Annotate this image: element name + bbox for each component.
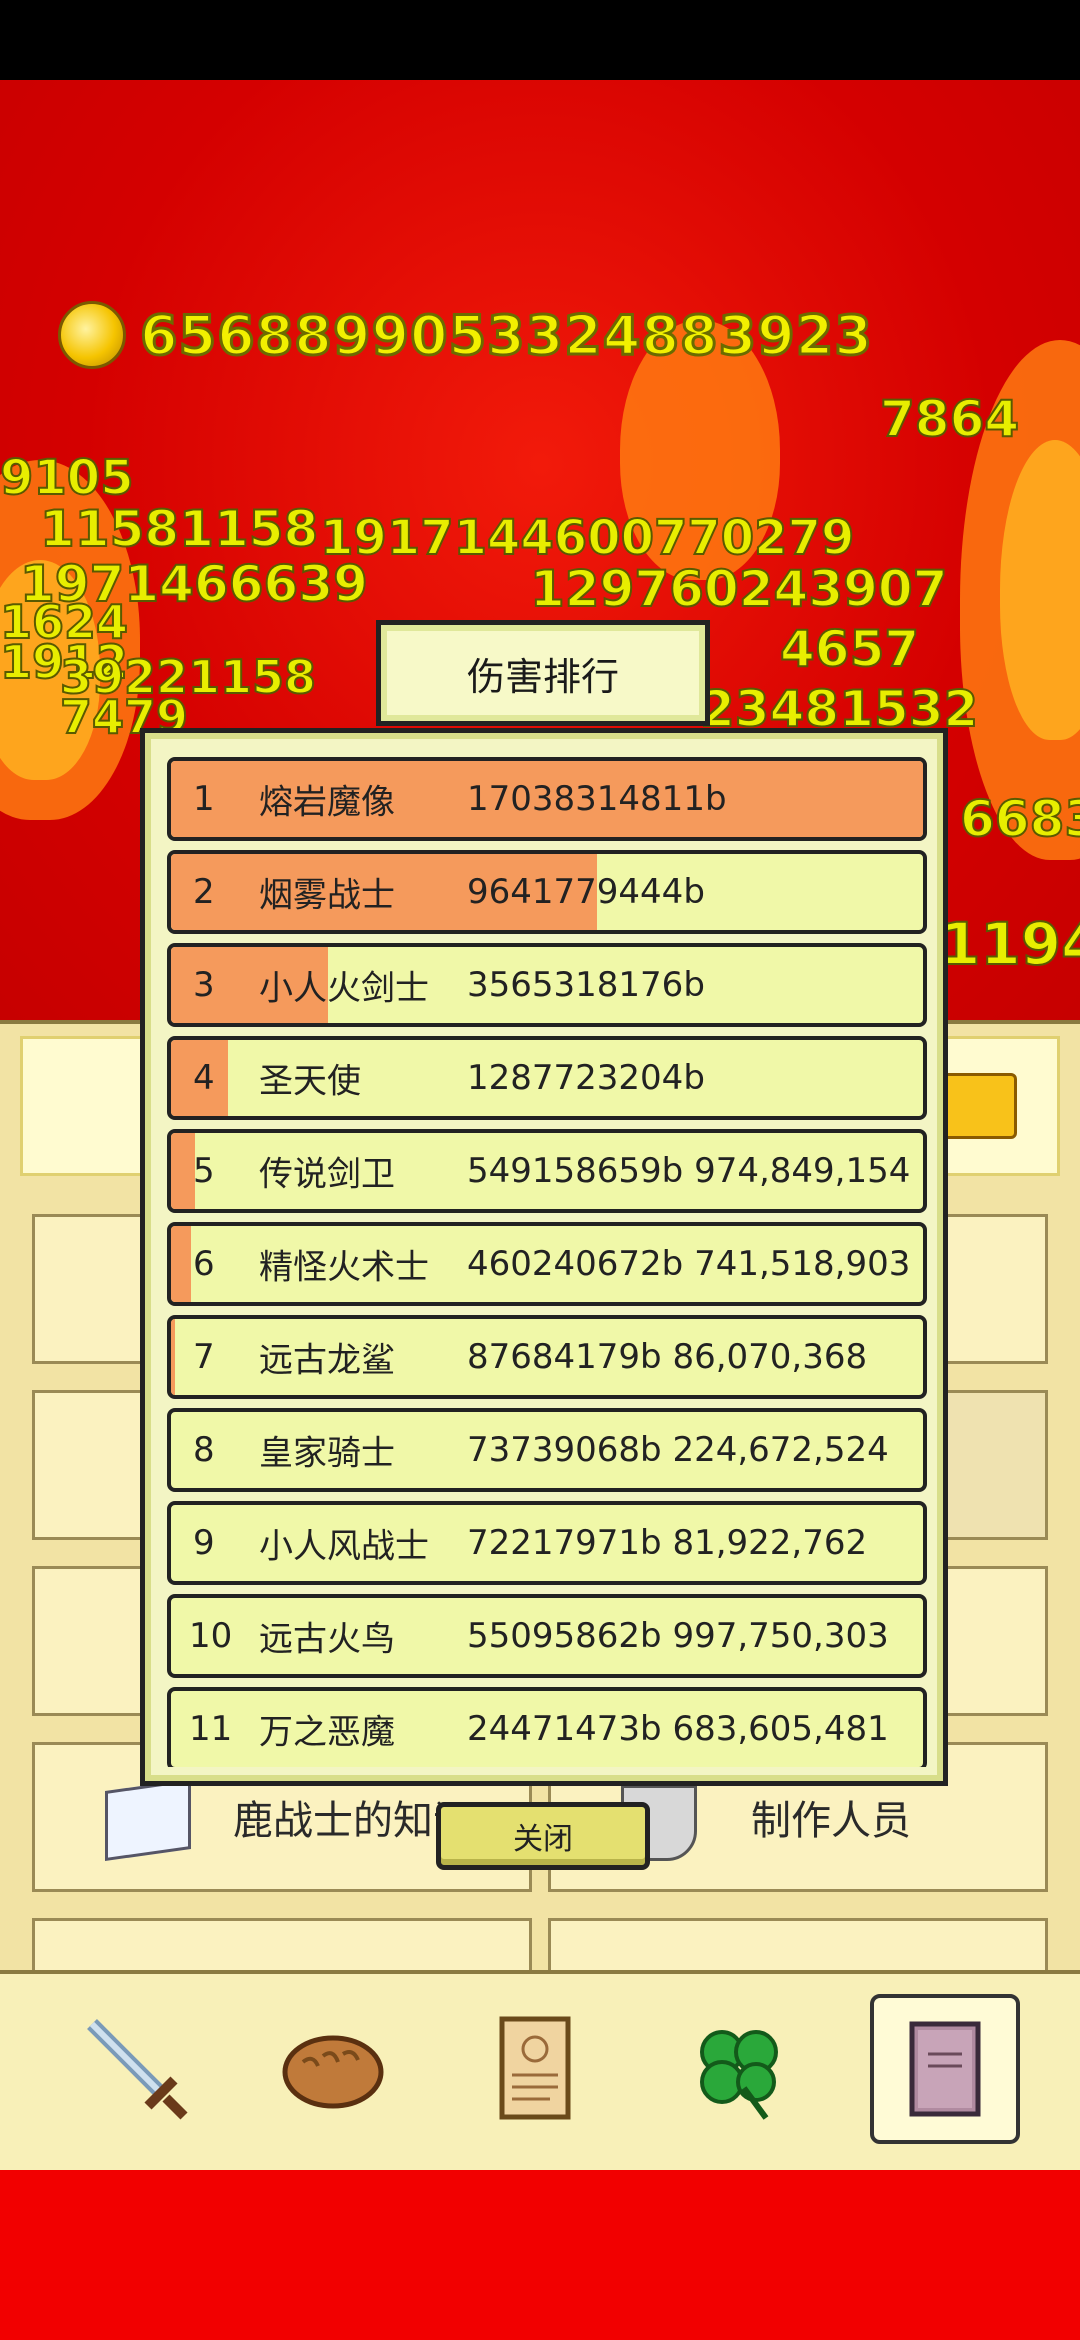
- damage-number: 7864: [879, 389, 1020, 449]
- damage-share-bar: [171, 1319, 175, 1395]
- damage-value: 3565318176b: [467, 965, 705, 1005]
- rank-number: 10: [189, 1616, 233, 1656]
- gold-amount: 6568899053324883923: [139, 302, 874, 368]
- rank-number: 3: [193, 965, 215, 1005]
- damage-number: 4657: [779, 619, 920, 679]
- damage-number: 9105: [0, 449, 135, 507]
- nav-scroll[interactable]: [460, 1994, 610, 2144]
- ranking-row[interactable]: 5 传说剑卫 549158659b 974,849,154: [167, 1129, 927, 1213]
- bread-icon: [282, 2035, 384, 2109]
- bottom-nav: [0, 1970, 1080, 2180]
- ranking-list[interactable]: 1 熔岩魔像 17038314811b 2 烟雾战士 9641779444b 3 小人火剑士 3…: [167, 757, 927, 1767]
- menu-card[interactable]: [32, 1918, 532, 1978]
- unit-name: 精怪火术士: [259, 1247, 429, 1288]
- damage-value: 73739068b 224,672,524: [467, 1430, 889, 1470]
- dialog-title: 伤害排行: [466, 654, 619, 699]
- credits-label: 制作人员: [751, 1798, 911, 1844]
- ranking-row[interactable]: 3 小人火剑士 3565318176b: [167, 943, 927, 1027]
- unit-name: 万之恶魔: [259, 1712, 395, 1753]
- damage-number: 1917144600770279: [319, 509, 855, 567]
- sword-icon: [87, 2019, 188, 2120]
- damage-value: 549158659b 974,849,154: [467, 1151, 911, 1191]
- book-open-icon: [105, 1778, 191, 1862]
- ranking-row[interactable]: 1 熔岩魔像 17038314811b: [167, 757, 927, 841]
- rank-number: 7: [193, 1337, 215, 1377]
- damage-number: 11581158: [39, 499, 319, 559]
- unit-name: 熔岩魔像: [259, 782, 395, 823]
- rank-number: 9: [193, 1523, 215, 1563]
- damage-value: 55095862b 997,750,303: [467, 1616, 889, 1656]
- rank-number: 2: [193, 872, 215, 912]
- rank-number: 8: [193, 1430, 215, 1470]
- close-label: 关闭: [513, 1822, 573, 1857]
- nav-sword[interactable]: [62, 1994, 212, 2144]
- rank-number: 1: [193, 779, 215, 819]
- status-bar: [0, 0, 1080, 80]
- unit-name: 远古龙鲨: [259, 1340, 395, 1381]
- damage-value: 9641779444b: [467, 872, 705, 912]
- unit-name: 皇家骑士: [259, 1433, 395, 1474]
- nav-bread[interactable]: [258, 1994, 408, 2144]
- rank-number: 6: [193, 1244, 215, 1284]
- damage-value: 24471473b 683,605,481: [467, 1709, 889, 1749]
- damage-number: 1194: [939, 909, 1080, 970]
- damage-ranking-dialog: 1 熔岩魔像 17038314811b 2 烟雾战士 9641779444b 3 小人火剑士 3…: [140, 728, 948, 1786]
- damage-value: 87684179b 86,070,368: [467, 1337, 868, 1377]
- ranking-row[interactable]: 2 烟雾战士 9641779444b: [167, 850, 927, 934]
- damage-value: 72217971b 81,922,762: [467, 1523, 868, 1563]
- rank-number: 4: [193, 1058, 215, 1098]
- cheese-icon: [941, 1073, 1017, 1139]
- ranking-row[interactable]: 9 小人风战士 72217971b 81,922,762: [167, 1501, 927, 1585]
- nav-book[interactable]: [870, 1994, 1020, 2144]
- ranking-row[interactable]: 7 远古龙鲨 87684179b 86,070,368: [167, 1315, 927, 1399]
- unit-name: 远古火鸟: [259, 1619, 395, 1660]
- unit-name: 传说剑卫: [259, 1154, 395, 1195]
- nav-clover[interactable]: [664, 1994, 814, 2144]
- clover-icon: [700, 2030, 778, 2120]
- damage-value: 460240672b 741,518,903: [467, 1244, 911, 1284]
- unit-name: 小人风战士: [259, 1526, 429, 1567]
- ranking-row[interactable]: 10 远古火鸟 55095862b 997,750,303: [167, 1594, 927, 1678]
- rank-number: 5: [193, 1151, 215, 1191]
- damage-share-bar: [171, 1133, 196, 1209]
- bottom-area: [0, 2170, 1080, 2340]
- gold-counter: 6568899053324883923: [58, 300, 873, 370]
- damage-number: 129760243907: [529, 559, 948, 619]
- close-button[interactable]: 关闭: [436, 1802, 650, 1870]
- menu-card[interactable]: [548, 1918, 1048, 1978]
- ranking-row[interactable]: 8 皇家骑士 73739068b 224,672,524: [167, 1408, 927, 1492]
- unit-name: 圣天使: [259, 1061, 361, 1102]
- damage-value: 1287723204b: [467, 1058, 705, 1098]
- dialog-title-box: 伤害排行: [376, 620, 710, 726]
- rank-number: 11: [189, 1709, 233, 1749]
- scroll-icon: [499, 2016, 571, 2120]
- unit-name: 小人火剑士: [259, 968, 429, 1009]
- ranking-row[interactable]: 11 万之恶魔 24471473b 683,605,481: [167, 1687, 927, 1767]
- ranking-row[interactable]: 6 精怪火术士 460240672b 741,518,903: [167, 1222, 927, 1306]
- damage-share-bar: [171, 1226, 192, 1302]
- unit-name: 烟雾战士: [259, 875, 395, 916]
- ranking-row[interactable]: 4 圣天使 1287723204b: [167, 1036, 927, 1120]
- damage-number: 6683: [959, 789, 1080, 849]
- gold-coin-icon: [58, 301, 126, 369]
- damage-value: 17038314811b: [467, 779, 727, 819]
- book-icon: [909, 2021, 981, 2117]
